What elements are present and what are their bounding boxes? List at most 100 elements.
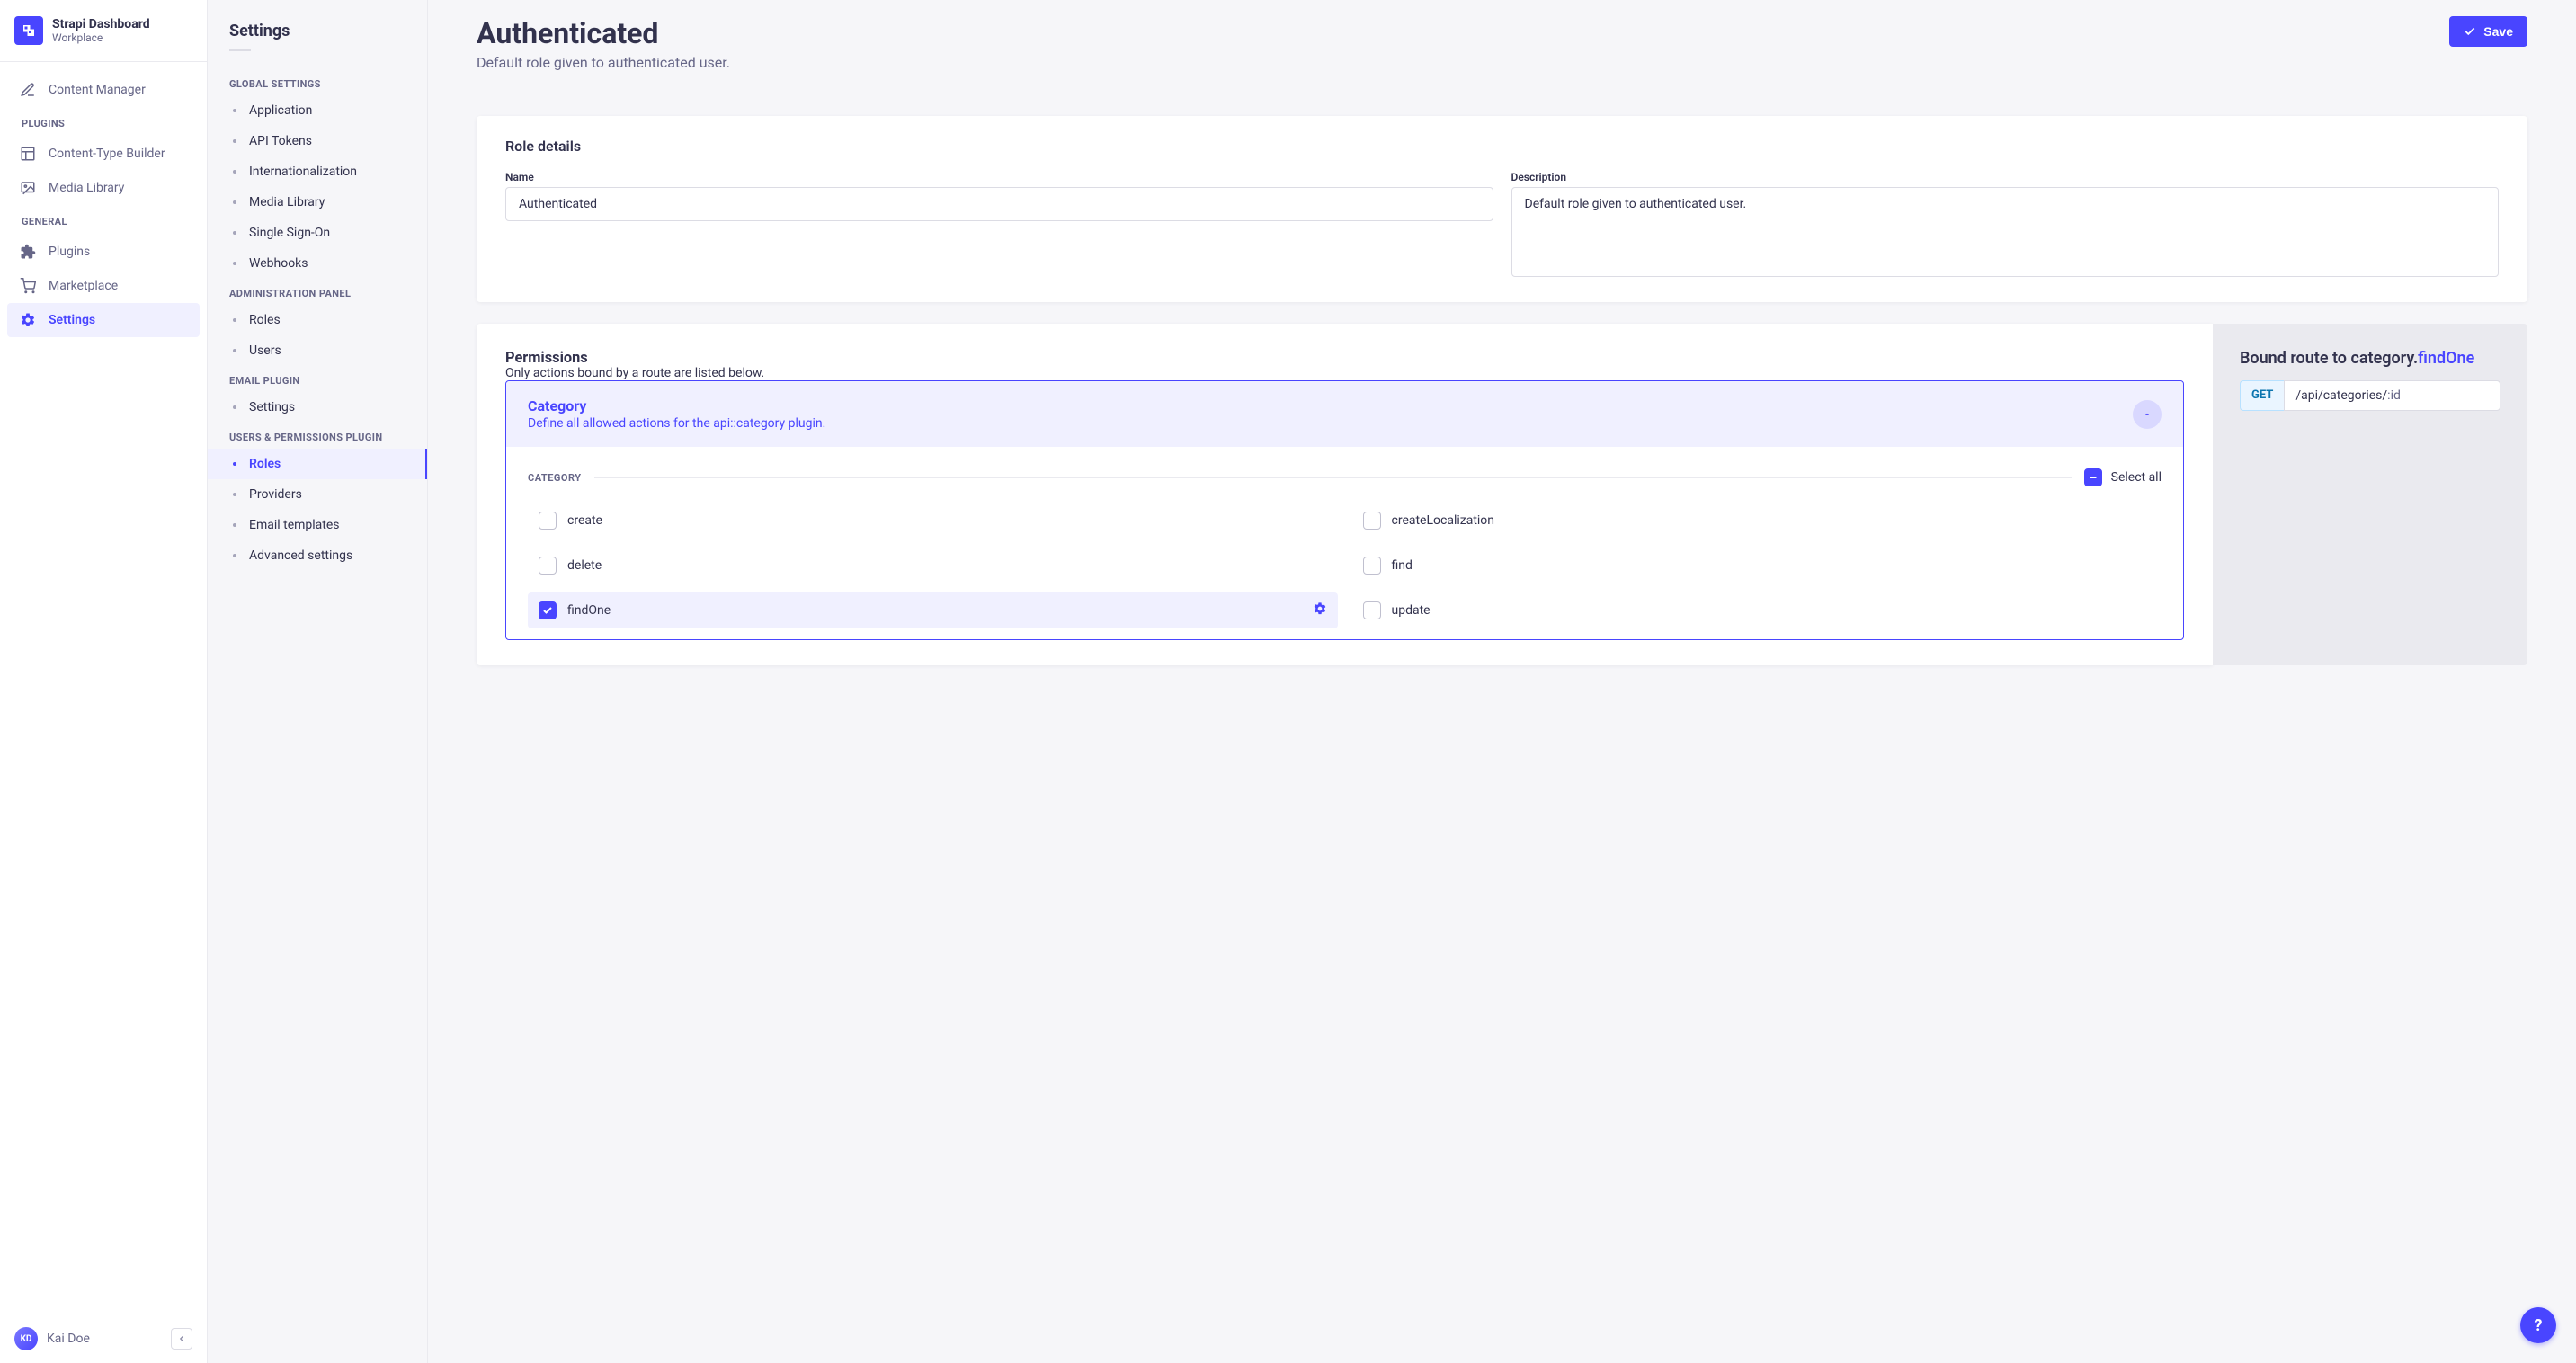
settings-sso[interactable]: Single Sign-On <box>208 218 427 248</box>
nav-section-plugins: Plugins <box>7 107 200 137</box>
question-icon: ? <box>2535 1316 2543 1335</box>
permission-label: find <box>1392 558 1413 573</box>
settings-email-settings[interactable]: Settings <box>208 392 427 423</box>
nav-item-label: Plugins <box>49 245 90 259</box>
permissions-accordion: Category Define all allowed actions for … <box>505 380 2184 640</box>
permission-createLocalization[interactable]: createLocalization <box>1352 503 2162 539</box>
role-details-card: Role details Name Description <box>477 116 2527 302</box>
bound-route-heading: Bound route to category.findOne <box>2240 349 2500 368</box>
main-content: Authenticated Default role given to auth… <box>428 0 2576 1363</box>
settings-internationalization[interactable]: Internationalization <box>208 156 427 187</box>
permission-label: update <box>1392 603 1431 618</box>
settings-item-label: Roles <box>249 313 281 327</box>
permission-delete[interactable]: delete <box>528 548 1338 584</box>
page-title: Authenticated <box>477 16 730 50</box>
settings-media-library[interactable]: Media Library <box>208 187 427 218</box>
permission-checkbox[interactable] <box>1363 601 1381 619</box>
permission-label: delete <box>567 558 602 573</box>
settings-item-label: Users <box>249 343 281 358</box>
tenant-name: Workplace <box>52 31 150 44</box>
accordion-header[interactable]: Category Define all allowed actions for … <box>506 381 2183 447</box>
settings-item-label: Internationalization <box>249 165 357 179</box>
nav-content-type-builder[interactable]: Content-Type Builder <box>7 137 200 171</box>
permissions-card: Permissions Only actions bound by a rout… <box>477 324 2213 665</box>
settings-item-label: Settings <box>249 400 295 414</box>
user-name: Kai Doe <box>47 1332 90 1346</box>
settings-admin-users[interactable]: Users <box>208 335 427 366</box>
nav-item-label: Content-Type Builder <box>49 147 165 161</box>
select-all-label: Select all <box>2111 470 2162 485</box>
permission-checkbox[interactable] <box>1363 512 1381 530</box>
settings-item-label: Webhooks <box>249 256 308 271</box>
route-path: /api/categories/:id <box>2284 380 2500 411</box>
description-label: Description <box>1511 171 2500 183</box>
nav-marketplace[interactable]: Marketplace <box>7 269 200 303</box>
chevron-up-icon <box>2133 400 2162 429</box>
divider <box>594 477 2072 478</box>
settings-up-advanced[interactable]: Advanced settings <box>208 540 427 571</box>
name-label: Name <box>505 171 1493 183</box>
name-input[interactable] <box>505 187 1493 221</box>
collapse-nav-button[interactable] <box>171 1328 192 1350</box>
settings-title: Settings <box>208 22 427 49</box>
permission-update[interactable]: update <box>1352 592 2162 628</box>
settings-item-label: Media Library <box>249 195 325 209</box>
settings-nav: Settings Global Settings Application API… <box>208 0 428 1363</box>
accordion-subtitle: Define all allowed actions for the api::… <box>528 416 825 431</box>
nav-user[interactable]: KD Kai Doe <box>14 1327 90 1350</box>
nav-header: Strapi Dashboard Workplace <box>0 0 207 62</box>
settings-section-users-permissions: Users & Permissions Plugin <box>208 423 427 449</box>
description-input[interactable] <box>1511 187 2500 277</box>
main-nav: Strapi Dashboard Workplace Content Manag… <box>0 0 208 1363</box>
bound-route-panel: Bound route to category.findOne GET /api… <box>2213 324 2527 665</box>
nav-item-label: Content Manager <box>49 83 146 97</box>
select-all-checkbox[interactable] <box>2084 468 2102 486</box>
app-name: Strapi Dashboard <box>52 17 150 31</box>
accordion-title: Category <box>528 397 825 414</box>
permission-create[interactable]: create <box>528 503 1338 539</box>
nav-section-general: General <box>7 205 200 235</box>
permission-find[interactable]: find <box>1352 548 2162 584</box>
settings-admin-roles[interactable]: Roles <box>208 305 427 335</box>
check-icon <box>2464 25 2476 38</box>
route-method-badge: GET <box>2240 380 2284 411</box>
permission-label: findOne <box>567 603 611 618</box>
permissions-heading: Permissions <box>505 349 2184 366</box>
settings-item-label: Single Sign-On <box>249 226 330 240</box>
settings-application[interactable]: Application <box>208 95 427 126</box>
permission-label: create <box>567 513 602 528</box>
permissions-subtext: Only actions bound by a route are listed… <box>505 366 2184 380</box>
strapi-logo <box>14 16 43 45</box>
gear-icon[interactable] <box>1313 601 1327 619</box>
settings-api-tokens[interactable]: API Tokens <box>208 126 427 156</box>
role-details-heading: Role details <box>505 138 2499 155</box>
settings-up-providers[interactable]: Providers <box>208 479 427 510</box>
permission-checkbox[interactable] <box>539 601 557 619</box>
group-label: Category <box>528 472 582 484</box>
settings-item-label: Advanced settings <box>249 548 352 563</box>
settings-up-email-templates[interactable]: Email templates <box>208 510 427 540</box>
permission-label: createLocalization <box>1392 513 1495 528</box>
permission-checkbox[interactable] <box>539 557 557 575</box>
permission-findOne[interactable]: findOne <box>528 592 1338 628</box>
permission-checkbox[interactable] <box>539 512 557 530</box>
save-label: Save <box>2483 24 2513 39</box>
nav-plugins[interactable]: Plugins <box>7 235 200 269</box>
page-subtitle: Default role given to authenticated user… <box>477 54 730 71</box>
settings-item-label: Email templates <box>249 518 340 532</box>
settings-up-roles[interactable]: Roles <box>208 449 427 479</box>
nav-item-label: Media Library <box>49 181 124 195</box>
nav-item-label: Marketplace <box>49 279 118 293</box>
help-button[interactable]: ? <box>2520 1307 2556 1343</box>
permission-checkbox[interactable] <box>1363 557 1381 575</box>
nav-settings[interactable]: Settings <box>7 303 200 337</box>
nav-item-label: Settings <box>49 313 95 327</box>
settings-item-label: API Tokens <box>249 134 312 148</box>
settings-item-label: Roles <box>249 457 281 471</box>
settings-webhooks[interactable]: Webhooks <box>208 248 427 279</box>
settings-section-admin: Administration Panel <box>208 279 427 305</box>
nav-content-manager[interactable]: Content Manager <box>7 73 200 107</box>
settings-item-label: Application <box>249 103 312 118</box>
nav-media-library[interactable]: Media Library <box>7 171 200 205</box>
save-button[interactable]: Save <box>2449 16 2527 47</box>
